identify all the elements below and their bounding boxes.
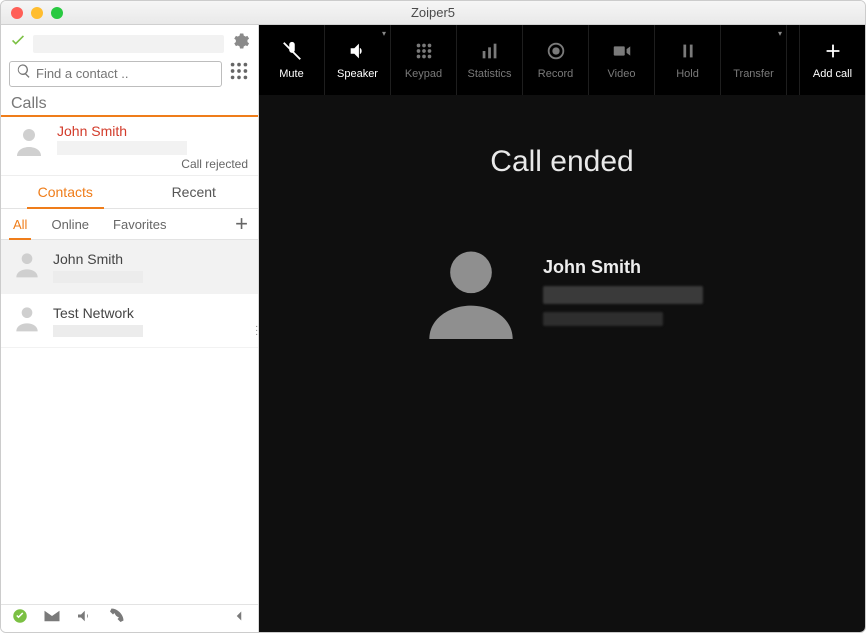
- avatar-icon: [11, 302, 43, 339]
- video-label: Video: [608, 68, 636, 80]
- call-item-detail: [57, 141, 187, 155]
- add-contact-button[interactable]: +: [225, 209, 258, 239]
- statistics-button[interactable]: Statistics: [457, 25, 523, 95]
- app-window: Zoiper5: [0, 0, 866, 633]
- zoom-window-button[interactable]: [51, 7, 63, 19]
- caller-block: John Smith: [421, 239, 703, 344]
- mute-label: Mute: [279, 68, 303, 80]
- add-call-button[interactable]: Add call: [799, 25, 865, 95]
- keypad-label: Keypad: [405, 68, 442, 80]
- presence-icon[interactable]: [11, 607, 29, 630]
- tab-contacts[interactable]: Contacts: [1, 176, 130, 208]
- sidebar: Calls John Smith Call rejected Contacts …: [1, 25, 259, 632]
- caller-detail-line-1: [543, 286, 703, 304]
- avatar-icon: [11, 123, 47, 159]
- call-panel: ··· Mute ▾ Speaker Keypad Statistic: [259, 25, 865, 632]
- traffic-lights: [1, 7, 63, 19]
- call-status-text: Call ended: [490, 145, 633, 179]
- call-body: Call ended John Smith: [259, 95, 865, 632]
- video-button[interactable]: Video: [589, 25, 655, 95]
- hold-button[interactable]: Hold: [655, 25, 721, 95]
- mute-button[interactable]: Mute: [259, 25, 325, 95]
- statistics-label: Statistics: [467, 68, 511, 80]
- record-label: Record: [538, 68, 573, 80]
- sidebar-top: [1, 25, 258, 91]
- transfer-label: Transfer: [733, 68, 774, 80]
- contact-detail: [53, 271, 143, 283]
- phone-icon[interactable]: [107, 607, 125, 630]
- keypad-button[interactable]: Keypad: [391, 25, 457, 95]
- splitter-handle[interactable]: ···: [255, 325, 258, 337]
- record-button[interactable]: Record: [523, 25, 589, 95]
- call-item-status: Call rejected: [57, 157, 248, 171]
- hold-label: Hold: [676, 68, 699, 80]
- contact-detail: [53, 325, 143, 337]
- account-label[interactable]: [33, 35, 224, 53]
- contacts-filter-row: All Online Favorites +: [1, 209, 258, 240]
- chevron-down-icon: ▾: [778, 29, 782, 38]
- settings-icon[interactable]: [230, 31, 250, 56]
- tab-recent[interactable]: Recent: [130, 176, 259, 208]
- caller-avatar-icon: [421, 239, 521, 344]
- dialpad-icon[interactable]: [228, 60, 250, 87]
- collapse-sidebar-icon[interactable]: [230, 607, 248, 630]
- main-split: Calls John Smith Call rejected Contacts …: [1, 25, 865, 632]
- speaker-label: Speaker: [337, 68, 378, 80]
- titlebar: Zoiper5: [1, 1, 865, 25]
- filter-all[interactable]: All: [1, 210, 39, 239]
- caller-name: John Smith: [543, 257, 703, 278]
- search-input-wrap[interactable]: [9, 61, 222, 87]
- close-window-button[interactable]: [11, 7, 23, 19]
- contacts-recent-tabs: Contacts Recent: [1, 176, 258, 209]
- contact-name: Test Network: [53, 305, 143, 321]
- contact-name: John Smith: [53, 251, 143, 267]
- filter-favorites[interactable]: Favorites: [101, 210, 178, 239]
- messages-icon[interactable]: [43, 607, 61, 630]
- recent-call-item[interactable]: John Smith Call rejected: [1, 117, 258, 176]
- transfer-button[interactable]: ▾ Transfer: [721, 25, 787, 95]
- volume-icon[interactable]: [75, 607, 93, 630]
- contact-item[interactable]: Test Network: [1, 294, 258, 348]
- window-title: Zoiper5: [1, 5, 865, 20]
- add-call-label: Add call: [813, 68, 852, 80]
- filter-online[interactable]: Online: [39, 210, 101, 239]
- minimize-window-button[interactable]: [31, 7, 43, 19]
- speaker-button[interactable]: ▾ Speaker: [325, 25, 391, 95]
- avatar-icon: [11, 248, 43, 285]
- account-status-icon: [9, 32, 27, 55]
- call-toolbar: Mute ▾ Speaker Keypad Statistics R: [259, 25, 865, 95]
- chevron-down-icon: ▾: [382, 29, 386, 38]
- call-item-name: John Smith: [57, 123, 248, 139]
- search-icon: [16, 63, 32, 84]
- contact-item[interactable]: John Smith: [1, 240, 258, 294]
- calls-section-header: Calls: [1, 91, 258, 117]
- caller-detail-line-2: [543, 312, 663, 326]
- search-input[interactable]: [36, 66, 215, 81]
- contacts-list: John Smith Test Network: [1, 240, 258, 604]
- sidebar-footer: [1, 604, 258, 632]
